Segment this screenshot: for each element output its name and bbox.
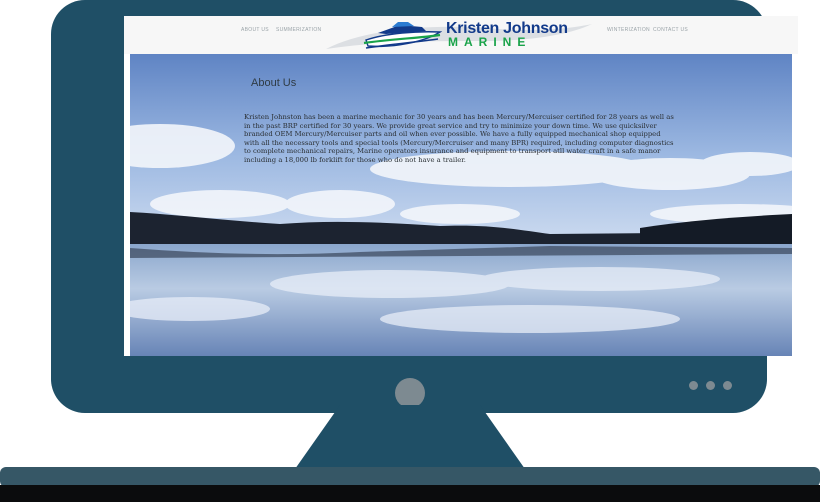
indicator-dot: [723, 381, 732, 390]
indicator-dot: [706, 381, 715, 390]
monitor-screen: ABOUT US SUMMERIZATION Kristen Johnson M…: [124, 16, 798, 356]
site-header: ABOUT US SUMMERIZATION Kristen Johnson M…: [124, 16, 798, 54]
monitor-stand: [0, 405, 820, 502]
boat-icon: [363, 22, 442, 49]
hero-lake-image: About Us Kristen Johnston has been a mar…: [130, 54, 792, 356]
about-paragraph: Kristen Johnston has been a marine mecha…: [244, 113, 674, 164]
indicator-dot: [689, 381, 698, 390]
site-logo[interactable]: Kristen Johnson MARINE: [324, 16, 604, 54]
page-title: About Us: [251, 77, 297, 89]
lake-landscape: [130, 54, 792, 356]
nav-contact-us[interactable]: CONTACT US: [653, 27, 688, 33]
monitor-frame: ABOUT US SUMMERIZATION Kristen Johnson M…: [51, 0, 798, 413]
logo-marine: MARINE: [448, 35, 532, 49]
power-button[interactable]: [395, 378, 425, 408]
nav-summerization[interactable]: SUMMERIZATION: [276, 27, 321, 33]
nav-about-us[interactable]: ABOUT US: [241, 27, 269, 33]
nav-winterization[interactable]: WINTERIZATION: [607, 27, 650, 33]
